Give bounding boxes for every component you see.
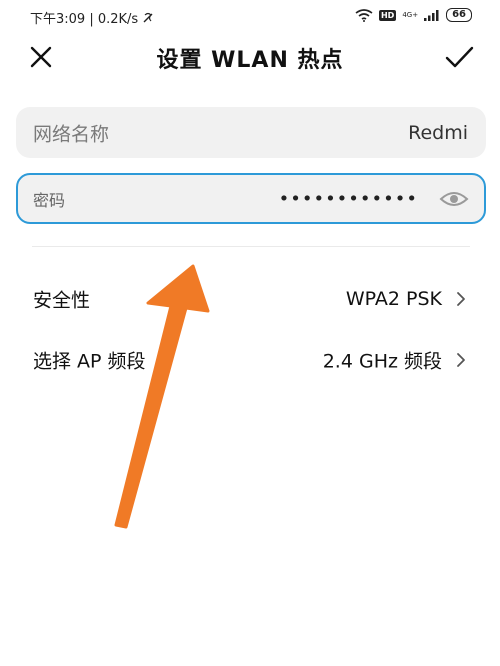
status-right: HD 4G+ 66	[355, 8, 472, 22]
ap-band-label: 选择 AP 频段	[33, 350, 146, 373]
chevron-right-icon	[457, 292, 465, 306]
status-time-speed: 下午3:09 | 0.2K/s	[30, 12, 139, 27]
ssid-field[interactable]: 网络名称 Redmi	[16, 107, 486, 158]
security-setting-row[interactable]: 安全性 WPA2 PSK	[0, 273, 500, 325]
check-icon[interactable]	[442, 42, 476, 72]
chevron-right-icon	[457, 353, 465, 367]
security-label: 安全性	[33, 289, 91, 312]
ssid-label: 网络名称	[33, 123, 110, 145]
eye-icon[interactable]	[439, 189, 469, 209]
ap-band-value: 2.4 GHz 频段	[322, 350, 442, 373]
password-field[interactable]: 密码 ••••••••••••	[16, 173, 486, 224]
wifi-icon	[355, 8, 373, 22]
status-left: 下午3:09 | 0.2K/s	[30, 8, 154, 27]
password-label: 密码	[33, 190, 66, 210]
network-type-top: 4G+	[402, 11, 419, 19]
battery-indicator: 66	[446, 8, 472, 22]
ap-band-setting-row[interactable]: 选择 AP 频段 2.4 GHz 频段	[0, 334, 500, 386]
network-type: 4G+	[402, 11, 418, 19]
page-title: 设置 WLAN 热点	[156, 48, 344, 73]
divider	[32, 246, 470, 247]
security-value: WPA2 PSK	[345, 288, 442, 310]
hd-badge: HD	[378, 9, 397, 21]
header: 设置 WLAN 热点	[0, 34, 500, 82]
no-vibration-icon	[143, 12, 153, 22]
status-bar: 下午3:09 | 0.2K/s HD 4G+ 66	[0, 0, 500, 34]
password-value[interactable]: ••••••••••••	[279, 188, 418, 209]
signal-icon	[424, 10, 439, 21]
annotation-arrow	[114, 264, 210, 529]
ssid-value[interactable]: Redmi	[408, 122, 468, 144]
